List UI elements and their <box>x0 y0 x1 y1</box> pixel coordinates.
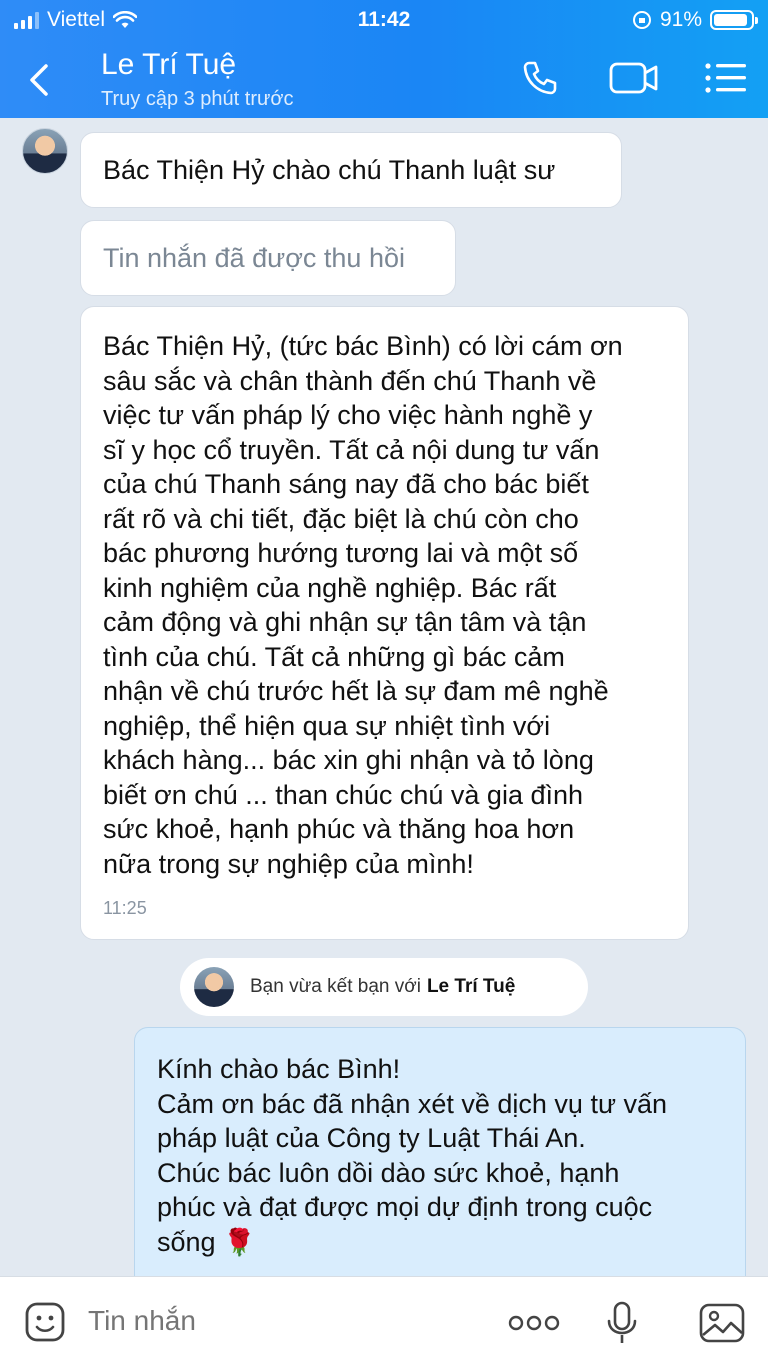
chat-header: Viettel 11:42 91% Le Trí Tuệ Truy cập 3 … <box>0 0 768 118</box>
message-input-bar <box>0 1276 768 1366</box>
status-right: 91% <box>632 8 758 32</box>
notice-name: Le Trí Tuệ <box>426 976 516 997</box>
microphone-icon[interactable] <box>606 1301 638 1345</box>
sent-message-bubble[interactable]: Kính chào bác Bình! Cảm ơn bác đã nhận x… <box>134 1027 746 1297</box>
list-menu-icon[interactable] <box>704 58 748 98</box>
message-text: Bác Thiện Hỷ chào chú Thanh luật sư <box>103 155 556 185</box>
battery-icon <box>710 10 758 30</box>
battery-fill <box>714 14 747 26</box>
message-text: Bác Thiện Hỷ, (tức bác Bình) có lời cám … <box>103 331 623 879</box>
message-input[interactable] <box>88 1305 468 1337</box>
battery-percent: 91% <box>659 8 702 31</box>
sticker-icon[interactable] <box>24 1301 66 1343</box>
status-bar: Viettel 11:42 91% <box>0 0 768 40</box>
notice-text: Bạn vừa kết bạn với <box>250 976 421 997</box>
chevron-left-icon[interactable] <box>22 60 58 100</box>
rose-emoji: 🌹 <box>223 1226 256 1257</box>
message-time: 11:25 <box>103 897 147 918</box>
image-icon[interactable] <box>698 1301 746 1345</box>
video-camera-icon[interactable] <box>608 58 660 98</box>
recalled-message-text: Tin nhắn đã được thu hồi <box>103 243 405 273</box>
contact-avatar[interactable] <box>22 128 68 174</box>
message-bubble[interactable]: Bác Thiện Hỷ chào chú Thanh luật sư <box>80 132 622 208</box>
message-bubble[interactable]: Bác Thiện Hỷ, (tức bác Bình) có lời cám … <box>80 306 689 940</box>
last-seen-status: Truy cập 3 phút trước <box>101 88 294 110</box>
contact-name[interactable]: Le Trí Tuệ <box>101 48 236 82</box>
notice-avatar <box>194 967 234 1007</box>
more-dots-icon[interactable] <box>508 1313 560 1333</box>
recalled-message-bubble[interactable]: Tin nhắn đã được thu hồi <box>80 220 456 296</box>
orientation-lock-icon <box>632 11 651 29</box>
phone-icon[interactable] <box>520 58 560 98</box>
friend-added-notice: Bạn vừa kết bạn với Le Trí Tuệ <box>180 958 588 1016</box>
